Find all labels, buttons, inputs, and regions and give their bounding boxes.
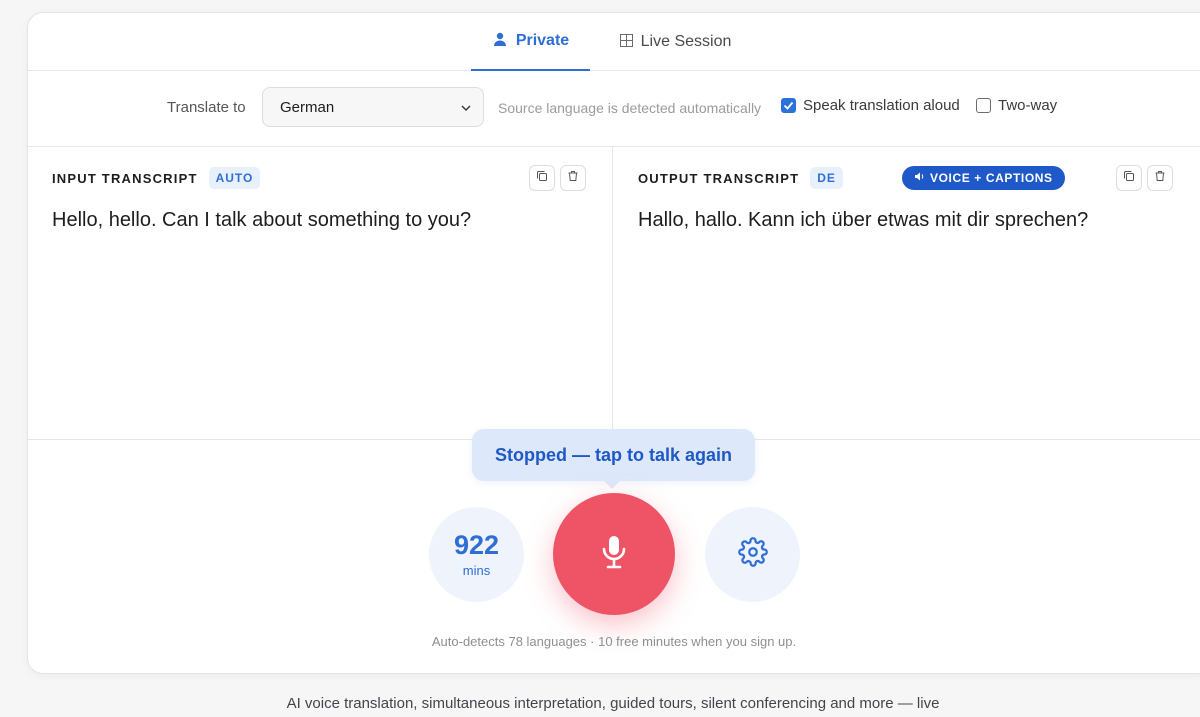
translate-to-label: Translate to	[167, 99, 246, 116]
copy-icon	[536, 169, 548, 187]
clear-output-button[interactable]	[1147, 165, 1173, 191]
status-bubble-tail	[603, 480, 621, 489]
speak-aloud-label: Speak translation aloud	[803, 97, 960, 114]
speak-aloud-checkbox[interactable]	[781, 98, 796, 113]
input-transcript-title: INPUT TRANSCRIPT	[52, 170, 198, 186]
input-transcript-panel: INPUT TRANSCRIPT AUTO Hello, hello. Can …	[28, 147, 613, 439]
output-language-badge: DE	[810, 167, 843, 189]
footnote: Auto-detects 78 languages · 10 free minu…	[431, 634, 797, 649]
tab-live-session[interactable]: Live Session	[608, 13, 743, 71]
auto-detect-hint: Source language is detected automaticall…	[498, 100, 762, 116]
tagline: AI voice translation, simultaneous inter…	[286, 695, 940, 712]
minutes-value: 922	[453, 530, 500, 560]
tab-private[interactable]: Private	[471, 13, 590, 71]
output-transcript-title: OUTPUT TRANSCRIPT	[638, 170, 800, 186]
microphone-icon	[599, 534, 629, 575]
input-language-badge: AUTO	[208, 167, 261, 189]
output-transcript-panel: OUTPUT TRANSCRIPT DE VOICE + CAPTIONS Ha…	[614, 147, 1200, 439]
two-way-label: Two-way	[998, 97, 1058, 114]
speaker-icon	[914, 171, 925, 185]
copy-input-button[interactable]	[529, 165, 555, 191]
settings-button[interactable]	[705, 507, 800, 602]
clear-input-button[interactable]	[560, 165, 586, 191]
controls-row: Translate to German Source language is d…	[28, 71, 1200, 147]
microphone-button[interactable]	[553, 493, 675, 615]
minutes-unit: mins	[462, 563, 491, 578]
trash-icon	[1154, 169, 1166, 187]
two-way-option[interactable]: Two-way	[976, 97, 1057, 114]
grid-icon	[619, 34, 633, 50]
minutes-remaining: 922 mins	[429, 507, 524, 602]
two-way-checkbox[interactable]	[976, 98, 991, 113]
language-select[interactable]: German	[262, 87, 484, 127]
trash-icon	[567, 169, 579, 187]
status-bubble: Stopped — tap to talk again	[472, 429, 755, 481]
tab-live-label: Live Session	[640, 33, 732, 50]
chevron-down-icon	[461, 100, 471, 112]
translator-card: Private Live Session Translate to German…	[27, 12, 1200, 674]
voice-captions-label: VOICE + CAPTIONS	[930, 171, 1053, 185]
speak-aloud-option[interactable]: Speak translation aloud	[781, 97, 960, 114]
user-icon	[492, 31, 508, 51]
copy-icon	[1123, 169, 1135, 187]
input-transcript-text: Hello, hello. Can I talk about something…	[52, 209, 472, 231]
copy-output-button[interactable]	[1116, 165, 1142, 191]
tab-private-label: Private	[515, 32, 570, 49]
gear-icon	[737, 537, 768, 572]
output-transcript-text: Hallo, hallo. Kann ich über etwas mit di…	[638, 209, 1089, 231]
mode-tabs: Private Live Session	[28, 13, 1200, 71]
language-select-value: German	[280, 98, 335, 116]
voice-captions-pill[interactable]: VOICE + CAPTIONS	[902, 166, 1065, 190]
